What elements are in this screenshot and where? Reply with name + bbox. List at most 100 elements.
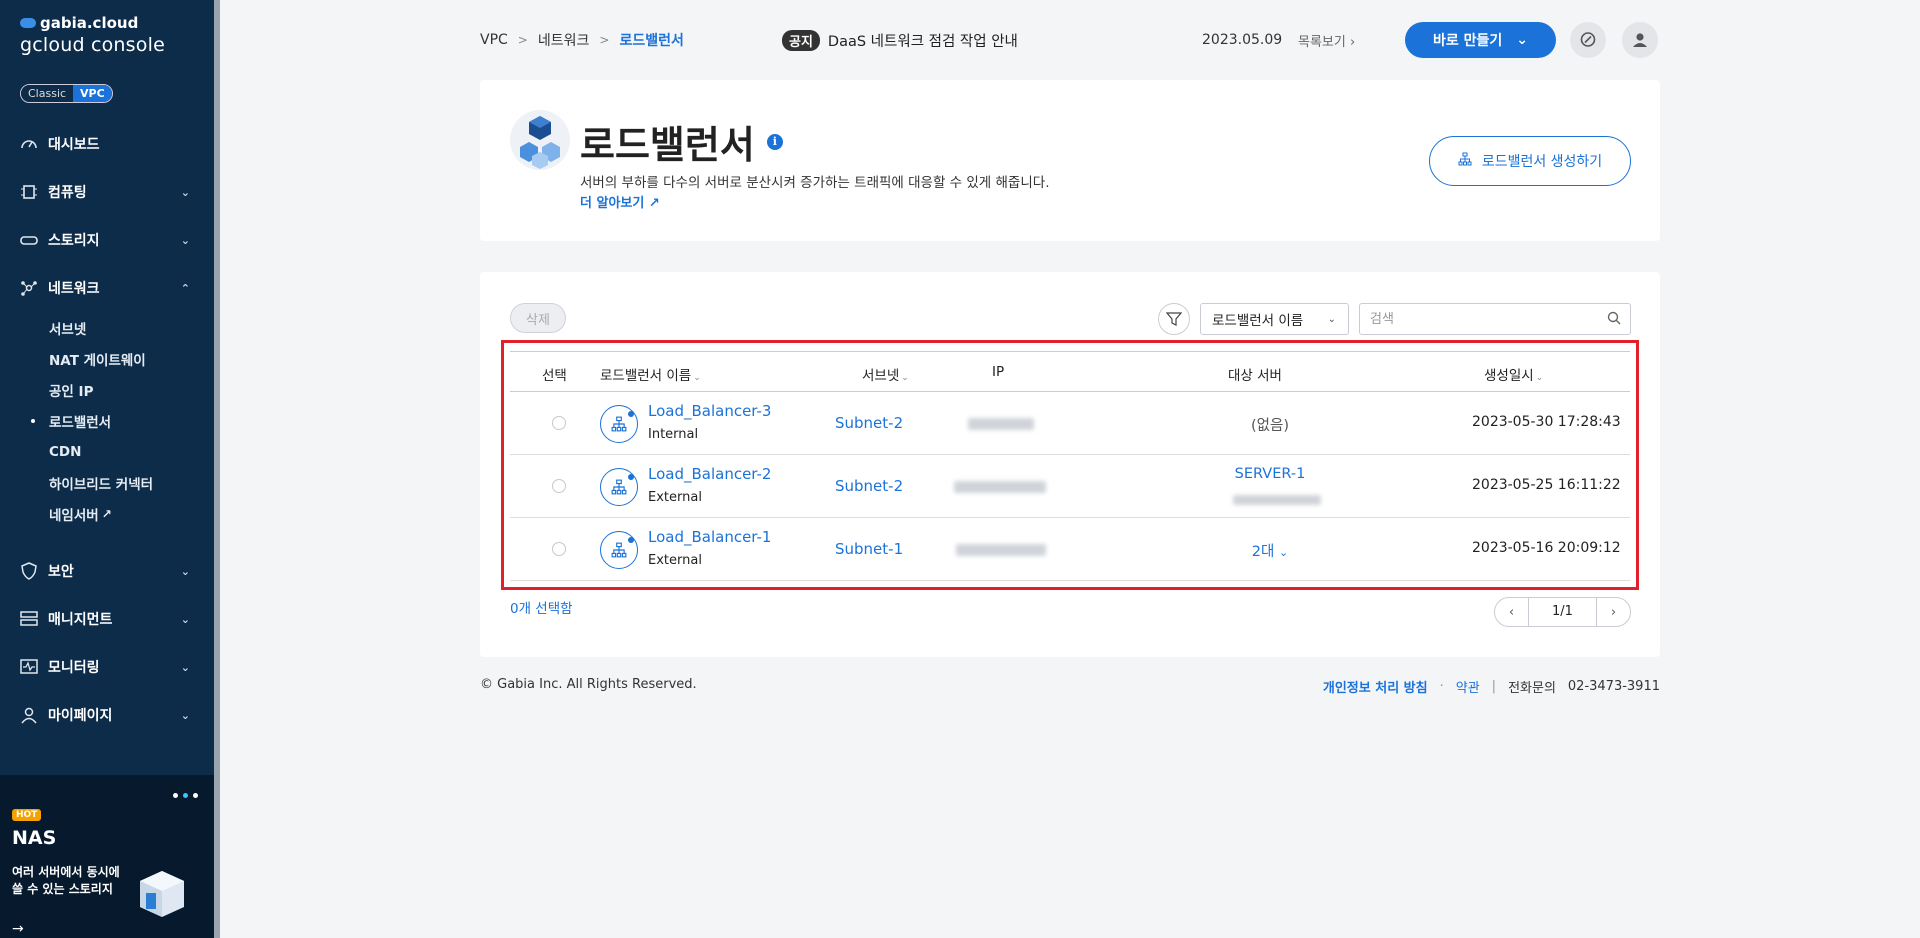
chevron-down-icon: ⌄ (1327, 313, 1336, 325)
chat-icon[interactable] (1570, 22, 1606, 58)
prev-page-button[interactable]: ‹ (1495, 598, 1528, 626)
arrow-right-icon[interactable]: → (12, 921, 24, 937)
footer-dot-separator: · (1439, 679, 1444, 694)
sidebar-item-label: 마이페이지 (48, 708, 113, 724)
sidebar-item-label: 네트워크 (48, 281, 100, 297)
privacy-link[interactable]: 개인정보 처리 방침 (1323, 677, 1428, 696)
gauge-icon (20, 135, 38, 153)
mode-classic[interactable]: Classic (21, 85, 74, 102)
sidebar-item-label: 모니터링 (48, 660, 100, 676)
chevron-right-icon: > (517, 33, 528, 47)
mode-toggle[interactable]: Classic VPC (20, 84, 113, 103)
chevron-down-icon: ⌄ (1516, 32, 1528, 48)
highlight-box (501, 340, 1639, 590)
banner-desc: 여러 서버에서 동시에 쓸 수 있는 스토리지 (12, 864, 120, 898)
search-icon[interactable] (1607, 310, 1621, 329)
sidebar-item-label: 매니지먼트 (48, 612, 113, 628)
brand-logo[interactable]: gabia.cloud gcloud console (20, 14, 165, 56)
chevron-down-icon: ⌄ (180, 233, 190, 247)
sidebar-scrollbar[interactable] (214, 0, 220, 938)
chevron-right-icon: › (1349, 34, 1356, 50)
sidebar-item-network[interactable]: 네트워크 ⌃ (0, 264, 214, 312)
sidebar-item-computing[interactable]: 컴퓨팅 ⌄ (0, 168, 214, 216)
terms-link[interactable]: 약관 (1456, 677, 1480, 696)
notice-text[interactable]: DaaS 네트워크 점검 작업 안내 (828, 30, 1018, 51)
cloud-icon (20, 18, 36, 28)
quick-create-button[interactable]: 바로 만들기 ⌄ (1405, 22, 1556, 58)
chip-icon (20, 183, 38, 201)
selected-count: 0개 선택함 (510, 601, 573, 617)
sidebar-item-label: 컴퓨팅 (48, 185, 87, 201)
sidebar-sub-nameserver[interactable]: 네임서버 ↗ (0, 498, 214, 529)
chevron-down-icon: ⌄ (180, 660, 190, 674)
notice-date: 2023.05.09 (1202, 32, 1283, 48)
sidebar-item-mypage[interactable]: 마이페이지 ⌄ (0, 691, 214, 739)
sidebar-sub-cdn[interactable]: CDN (0, 436, 214, 467)
chevron-down-icon: ⌄ (180, 185, 190, 199)
network-icon (20, 279, 38, 297)
sidebar-item-storage[interactable]: 스토리지 ⌄ (0, 216, 214, 264)
storage-icon (20, 231, 38, 249)
copyright: © Gabia Inc. All Rights Reserved. (480, 677, 697, 692)
breadcrumb-current: 로드밸런서 (619, 33, 684, 49)
next-page-button[interactable]: › (1597, 598, 1630, 626)
carousel-dots[interactable] (173, 793, 198, 798)
sidebar-sub-label: 네임서버 (49, 507, 99, 524)
chevron-right-icon: > (599, 33, 610, 47)
sidebar-item-dashboard[interactable]: 대시보드 (0, 120, 214, 168)
delete-button[interactable]: 삭제 (510, 303, 566, 333)
promo-banner[interactable]: HOT NAS 여러 서버에서 동시에 쓸 수 있는 스토리지 → (0, 775, 214, 938)
chevron-down-icon: ⌄ (180, 612, 190, 626)
sidebar-item-label: 대시보드 (48, 137, 100, 153)
shield-icon (20, 562, 38, 580)
external-link-icon: ↗ (101, 506, 112, 521)
top-bar: VPC > 네트워크 > 로드밸런서 공지 DaaS 네트워크 점검 작업 안내… (480, 20, 1660, 60)
info-icon[interactable]: i (766, 133, 783, 150)
create-load-balancer-button[interactable]: 로드밸런서 생성하기 (1429, 136, 1631, 186)
notice-more-link[interactable]: 목록보기 › (1298, 31, 1355, 50)
page-description: 서버의 부하를 다수의 서버로 분산시켜 증가하는 트래픽에 대응할 수 있게 … (580, 175, 1050, 191)
sidebar-item-management[interactable]: 매니지먼트 ⌄ (0, 595, 214, 643)
sidebar-sub-nat-gateway[interactable]: NAT 게이트웨이 (0, 343, 214, 374)
banner-desc-line: 여러 서버에서 동시에 (12, 865, 120, 879)
server-rack-icon (20, 610, 38, 628)
select-value: 로드밸런서 이름 (1212, 313, 1304, 329)
sidebar-sub-public-ip[interactable]: 공인 IP (0, 374, 214, 405)
chevron-up-icon: ⌃ (180, 281, 190, 295)
learn-more-link[interactable]: 더 알아보기 ↗ (580, 192, 660, 211)
sidebar-sub-subnet[interactable]: 서브넷 (0, 312, 214, 343)
filter-icon[interactable] (1158, 303, 1190, 335)
search-input[interactable] (1360, 311, 1590, 327)
external-link-icon: ↗ (648, 196, 660, 211)
chevron-down-icon: ⌄ (180, 564, 190, 578)
monitor-icon (20, 658, 38, 676)
banner-desc-line: 쓸 수 있는 스토리지 (12, 882, 113, 896)
sidebar-item-label: 스토리지 (48, 233, 100, 249)
load-balancer-table-card: 삭제 로드밸런서 이름 ⌄ 선택 로드밸런서 이름⌄ 서브넷⌄ IP 대상 서버… (480, 272, 1660, 657)
page-indicator: 1/1 (1528, 598, 1597, 626)
sidebar-item-security[interactable]: 보안 ⌄ (0, 547, 214, 595)
sidebar-sub-load-balancer[interactable]: 로드밸런서 (0, 405, 214, 436)
mode-vpc[interactable]: VPC (73, 85, 112, 102)
learn-more-label: 더 알아보기 (580, 196, 645, 211)
notice-tag: 공지 (782, 29, 820, 51)
search-box[interactable] (1359, 303, 1631, 335)
contact-label: 전화문의 (1508, 681, 1556, 696)
sidebar-item-monitoring[interactable]: 모니터링 ⌄ (0, 643, 214, 691)
sidebar-sub-hybrid-connector[interactable]: 하이브리드 커넥터 (0, 467, 214, 498)
breadcrumb: VPC > 네트워크 > 로드밸런서 (480, 30, 684, 50)
breadcrumb-section[interactable]: 네트워크 (538, 30, 590, 50)
notice-more-label: 목록보기 (1298, 34, 1346, 50)
pagination: ‹ 1/1 › (1494, 597, 1631, 627)
breadcrumb-root[interactable]: VPC (480, 32, 508, 48)
user-account-icon[interactable] (1622, 22, 1658, 58)
page-title: 로드밸런서 (580, 123, 755, 167)
page-title-wrap: 로드밸런서 i (580, 114, 783, 169)
notice[interactable]: 공지 DaaS 네트워크 점검 작업 안내 (782, 29, 1018, 51)
footer-separator: | (1491, 679, 1497, 694)
search-field-select[interactable]: 로드밸런서 이름 ⌄ (1200, 303, 1349, 335)
quick-create-label: 바로 만들기 (1432, 33, 1503, 49)
hot-badge: HOT (12, 809, 42, 821)
contact-number: 02-3473-3911 (1567, 679, 1660, 694)
